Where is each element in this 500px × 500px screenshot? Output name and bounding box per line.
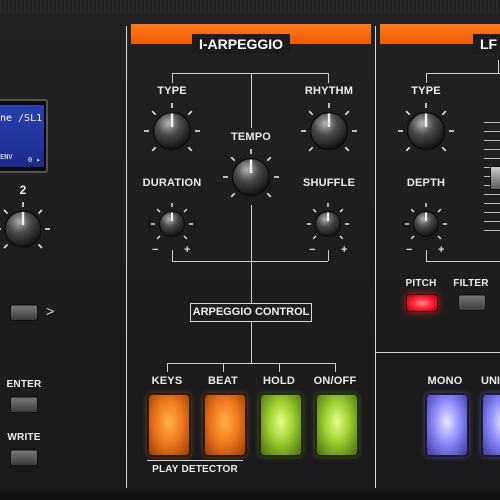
pitch-button-led[interactable]	[406, 294, 438, 312]
unison-label: UNI	[481, 375, 500, 387]
hold-label: HOLD	[263, 375, 295, 387]
mono-pad[interactable]	[425, 393, 469, 457]
bottom-rim	[0, 488, 500, 500]
duration-minus-label: −	[152, 244, 159, 256]
lfo-top-bracket	[426, 73, 500, 74]
enter-label: ENTER	[6, 379, 42, 390]
shuffle-knob[interactable]	[306, 202, 350, 246]
lcd-display: ne /SL1 ENV 0 ▸	[0, 99, 48, 173]
pitch-label: PITCH	[405, 278, 437, 289]
arrow-right-icon: >	[46, 303, 55, 319]
tempo-knob-label: TEMPO	[230, 131, 272, 143]
duration-knob-label: DURATION	[142, 177, 202, 189]
arp-control-trunk	[251, 321, 252, 363]
lcd-line-3: 0 ▸	[28, 156, 41, 164]
synth-panel: ne /SL1 ENV 0 ▸ 2 > ENTER WRITE I-ARPEGG…	[0, 0, 500, 500]
lcd-line-2: ENV	[0, 153, 13, 161]
value-knob-2[interactable]	[0, 199, 53, 259]
arp-pad-drop-3	[279, 363, 280, 372]
arp-top-right-drop	[328, 73, 329, 83]
lfo-depth-plus-label: +	[438, 244, 445, 256]
hold-pad[interactable]	[259, 393, 303, 457]
play-detector-bracket	[147, 460, 243, 461]
arp-center-trunk	[251, 73, 252, 128]
lfo-depth-label: DEPTH	[406, 177, 446, 189]
lfo-type-knob[interactable]	[396, 101, 456, 161]
type-knob-label: TYPE	[157, 85, 187, 97]
mono-label: MONO	[427, 375, 463, 387]
filter-button[interactable]	[458, 294, 486, 311]
lfo-depth-knob[interactable]	[404, 202, 448, 246]
lfo-title: LF	[473, 34, 500, 54]
page-button[interactable]	[10, 304, 38, 321]
arp-top-bracket	[172, 73, 328, 74]
type-knob[interactable]	[142, 101, 202, 161]
write-label: WRITE	[7, 432, 41, 443]
arp-bottom-bracket	[172, 261, 328, 262]
filter-label: FILTER	[453, 278, 489, 289]
play-detector-label: PLAY DETECTOR	[152, 464, 238, 475]
shuffle-knob-label: SHUFFLE	[302, 177, 356, 189]
arp-top-left-drop	[172, 73, 173, 83]
lfo-bottom-bracket	[426, 261, 500, 262]
on-off-pad[interactable]	[315, 393, 359, 457]
duration-plus-label: +	[184, 244, 191, 256]
keys-pad[interactable]	[147, 393, 191, 457]
lfo-slider-handle[interactable]	[490, 166, 500, 190]
lfo-type-label: TYPE	[411, 85, 441, 97]
keys-label: KEYS	[151, 375, 183, 387]
lfo-bottom-left-rise	[426, 250, 427, 261]
divider-right	[375, 26, 376, 500]
lfo-top-left-drop	[426, 73, 427, 83]
lfo-depth-minus-label: −	[406, 244, 413, 256]
unison-pad[interactable]	[481, 393, 500, 457]
shuffle-plus-label: +	[341, 244, 348, 256]
lfo-lower-divider	[376, 352, 500, 353]
arp-bottom-right-rise	[328, 250, 329, 261]
knob-number-label: 2	[19, 183, 27, 197]
duration-knob[interactable]	[150, 202, 194, 246]
arp-pad-bracket	[167, 363, 335, 364]
on-off-label: ON/OFF	[313, 375, 357, 387]
arpeggio-title: I-ARPEGGIO	[192, 34, 291, 54]
rhythm-knob[interactable]	[299, 101, 359, 161]
arp-center-trunk-lower	[251, 205, 252, 303]
tempo-knob[interactable]	[221, 147, 281, 207]
lcd-line-1: ne /SL1	[0, 113, 43, 124]
arp-bottom-left-rise	[172, 250, 173, 261]
shuffle-minus-label: −	[309, 244, 316, 256]
divider-left	[126, 26, 127, 500]
arpeggio-control-label: ARPEGGIO CONTROL	[190, 303, 312, 322]
arp-pad-drop-1	[167, 363, 168, 372]
enter-button[interactable]	[10, 396, 38, 413]
write-button[interactable]	[10, 449, 38, 466]
beat-pad[interactable]	[203, 393, 247, 457]
top-grille	[0, 0, 500, 14]
arp-pad-drop-4	[335, 363, 336, 372]
arp-pad-drop-2	[223, 363, 224, 372]
rhythm-knob-label: RHYTHM	[304, 85, 354, 97]
beat-label: BEAT	[208, 375, 238, 387]
lfo-center-trunk	[498, 60, 499, 74]
